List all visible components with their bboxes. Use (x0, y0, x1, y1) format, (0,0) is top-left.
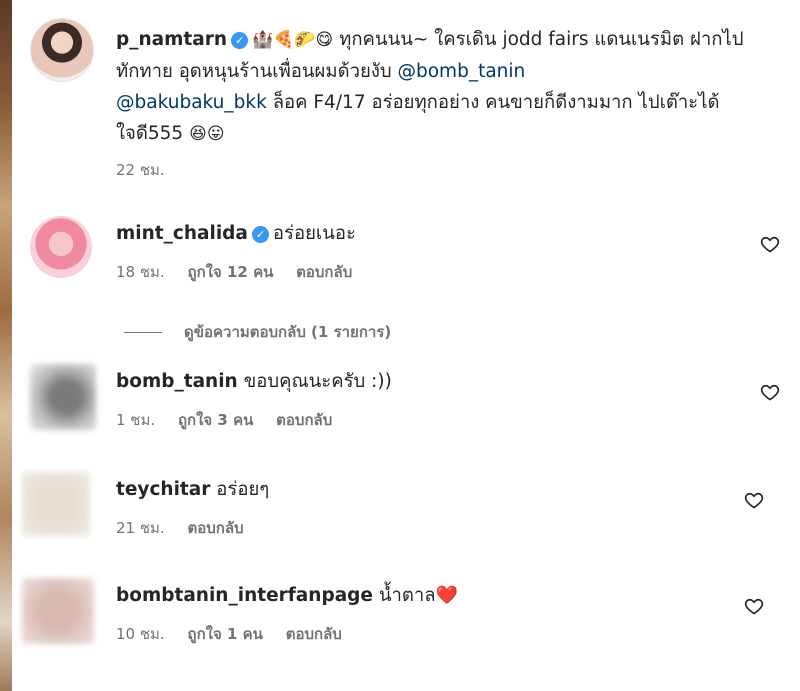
comment-text: bomb_tanin ขอบคุณนะครับ :)) (116, 368, 392, 396)
username[interactable]: bomb_tanin (116, 371, 238, 392)
username[interactable]: teychitar (116, 479, 210, 500)
username[interactable]: mint_chalida (116, 223, 248, 244)
reply-button[interactable]: ตอบกลับ (296, 263, 352, 281)
verified-badge-icon: ✓ (231, 32, 249, 49)
avatar[interactable] (30, 216, 92, 278)
comment-text: bombtanin_interfanpage น้ำตาล❤️ (116, 582, 458, 610)
comment-meta: 1 ชม. ถูกใจ 3 คน ตอบกลับ (116, 408, 350, 432)
likes-count[interactable]: ถูกใจ 12 คน (187, 263, 273, 281)
red-heart-emoji: ❤️ (435, 585, 459, 606)
comment-time: 21 ชม. (116, 519, 165, 537)
heart-outline-icon[interactable] (760, 382, 780, 402)
background-image-strip (0, 0, 12, 691)
heart-outline-icon[interactable] (760, 234, 780, 254)
comment-body: น้ำตาล (378, 585, 436, 606)
comment-body: ขอบคุณนะครับ :)) (243, 371, 392, 392)
caption-text: p_namtarn ✓ 🏰🍕🌮😋 ทุกคนนน~ ใครเดิน jodd fai… (116, 24, 766, 150)
mention-link[interactable]: @bakubaku_bkk (116, 92, 267, 113)
likes-count[interactable]: ถูกใจ 3 คน (178, 411, 253, 429)
divider-line (124, 332, 162, 333)
avatar[interactable] (30, 18, 94, 82)
avatar[interactable] (22, 578, 94, 644)
heart-outline-icon[interactable] (744, 596, 764, 616)
comment-text: mint_chalida ✓ อร่อยเนอะ (116, 220, 356, 248)
comment-meta: 18 ชม. ถูกใจ 12 คน ตอบกลับ (116, 260, 370, 284)
comment-meta: 21 ชม. ตอบกลับ (116, 516, 262, 540)
reply-button[interactable]: ตอบกลับ (286, 625, 342, 643)
caption-emojis: 😆😛 (189, 124, 225, 144)
comment-text: teychitar อร่อยๆ (116, 476, 269, 504)
avatar[interactable] (30, 364, 96, 430)
username[interactable]: bombtanin_interfanpage (116, 585, 373, 606)
reply-button[interactable]: ตอบกลับ (187, 519, 243, 537)
comment-time: 18 ชม. (116, 263, 165, 281)
verified-badge-icon: ✓ (251, 226, 269, 243)
caption-emojis: 🏰🍕🌮😋 (252, 30, 334, 50)
comment-time: 1 ชม. (116, 411, 156, 429)
post-timestamp: 22 ชม. (116, 161, 165, 179)
comment-body: อร่อยเนอะ (272, 223, 356, 244)
comment-time: 10 ชม. (116, 625, 165, 643)
mention-link[interactable]: @bomb_tanin (398, 61, 526, 82)
comment-body: อร่อยๆ (216, 479, 270, 500)
reply-button[interactable]: ตอบกลับ (276, 411, 332, 429)
avatar[interactable] (22, 472, 90, 536)
comment-meta: 10 ชม. ถูกใจ 1 คน ตอบกลับ (116, 622, 360, 646)
likes-count[interactable]: ถูกใจ 1 คน (187, 625, 262, 643)
view-replies-button[interactable]: ดูข้อความตอบกลับ (1 รายการ) (124, 320, 391, 344)
heart-outline-icon[interactable] (744, 490, 764, 510)
username[interactable]: p_namtarn (116, 29, 227, 50)
